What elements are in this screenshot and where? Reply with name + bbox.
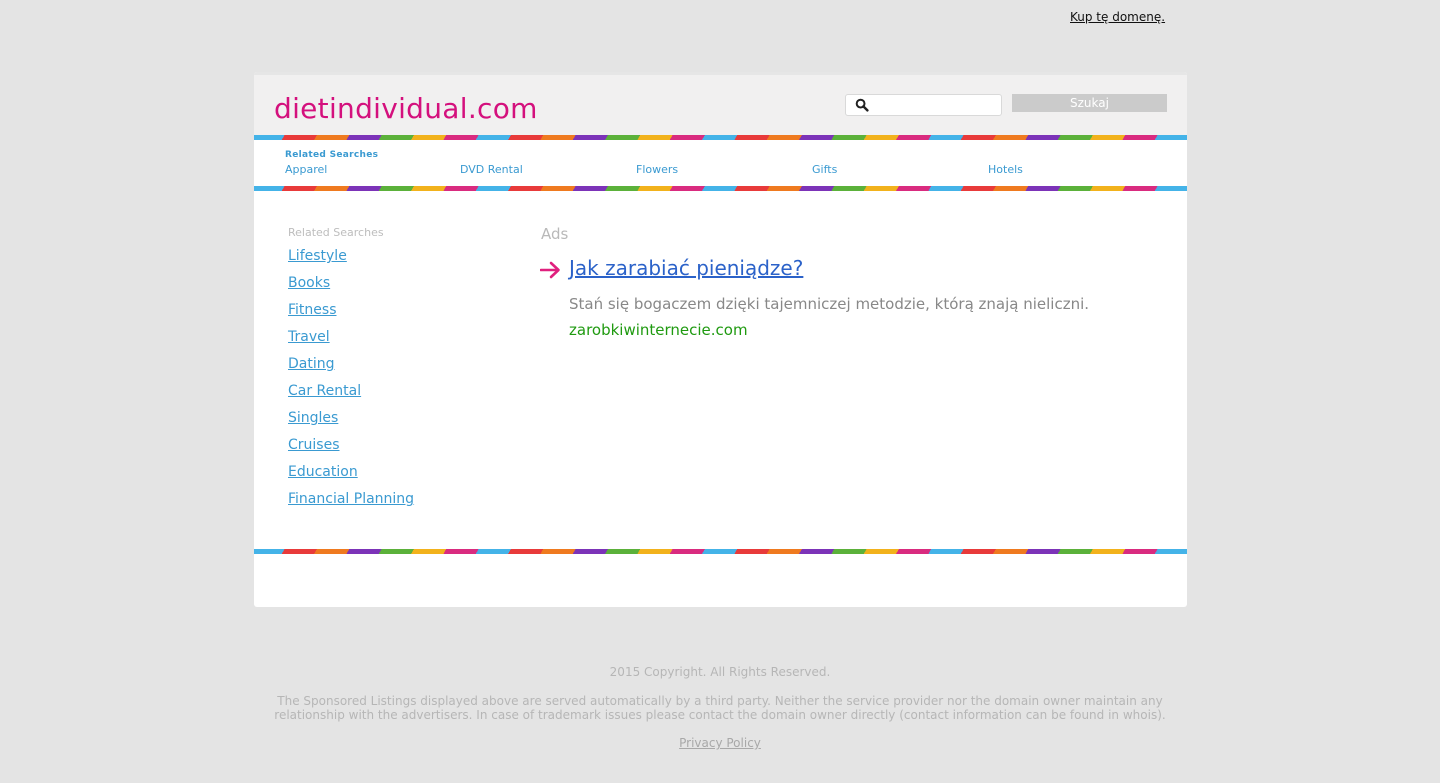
sidebar-list: Lifestyle Books Fitness Travel Dating Ca… (288, 245, 414, 515)
search-input[interactable] (874, 96, 998, 114)
sidebar-heading: Related Searches (288, 226, 384, 239)
footer: 2015 Copyright. All Rights Reserved. The… (0, 664, 1440, 750)
search-box[interactable] (845, 94, 1002, 116)
sidebar-link-car-rental[interactable]: Car Rental (288, 383, 361, 399)
rainbow-stripe-bottom (254, 549, 1187, 554)
header: dietindividual.com Szukaj (254, 72, 1187, 135)
sidebar-link-cruises[interactable]: Cruises (288, 437, 340, 453)
sidebar-item: Lifestyle (288, 245, 414, 272)
sidebar-link-travel[interactable]: Travel (288, 329, 330, 345)
disclaimer-text: The Sponsored Listings displayed above a… (274, 694, 1166, 722)
sidebar-link-financial-planning[interactable]: Financial Planning (288, 491, 414, 507)
sidebar-item: Financial Planning (288, 488, 414, 515)
sidebar-item: Education (288, 461, 414, 488)
sidebar-link-lifestyle[interactable]: Lifestyle (288, 248, 347, 264)
sidebar-item: Car Rental (288, 380, 414, 407)
ad-description: Stań się bogaczem dzięki tajemniczej met… (569, 295, 1090, 313)
sidebar-item: Dating (288, 353, 414, 380)
copyright-text: 2015 Copyright. All Rights Reserved. (609, 665, 831, 679)
sidebar-link-singles[interactable]: Singles (288, 410, 338, 426)
top-nav-item-apparel[interactable]: Apparel (285, 163, 327, 176)
sidebar-item: Travel (288, 326, 414, 353)
ads-label: Ads (541, 225, 569, 243)
ad-title-link[interactable]: Jak zarabiać pieniądze? (569, 256, 803, 280)
search-button[interactable]: Szukaj (1012, 94, 1167, 112)
arrow-right-icon (540, 261, 560, 279)
sidebar-link-dating[interactable]: Dating (288, 356, 335, 372)
rainbow-stripe-middle (254, 186, 1187, 191)
sidebar-item: Books (288, 272, 414, 299)
top-nav-heading: Related Searches (285, 150, 379, 160)
ad-domain-link[interactable]: zarobkiwinternecie.com (569, 321, 748, 339)
sidebar-link-books[interactable]: Books (288, 275, 330, 291)
top-nav-item-flowers[interactable]: Flowers (636, 163, 678, 176)
top-nav-item-dvd-rental[interactable]: DVD Rental (460, 163, 523, 176)
sidebar-item: Singles (288, 407, 414, 434)
sidebar-item: Fitness (288, 299, 414, 326)
buy-domain-link[interactable]: Kup tę domenę. (1070, 10, 1165, 24)
top-nav-item-hotels[interactable]: Hotels (988, 163, 1023, 176)
sidebar-link-education[interactable]: Education (288, 464, 358, 480)
sidebar-link-fitness[interactable]: Fitness (288, 302, 337, 318)
main-card: dietindividual.com Szukaj Related Search… (254, 72, 1187, 607)
sidebar-item: Cruises (288, 434, 414, 461)
top-nav-item-gifts[interactable]: Gifts (812, 163, 837, 176)
site-title: dietindividual.com (274, 92, 538, 125)
page: Kup tę domenę. dietindividual.com Szukaj… (0, 0, 1440, 783)
search-icon (855, 98, 869, 112)
privacy-policy-link[interactable]: Privacy Policy (679, 736, 761, 750)
top-nav: Related Searches Apparel DVD Rental Flow… (254, 140, 1187, 186)
